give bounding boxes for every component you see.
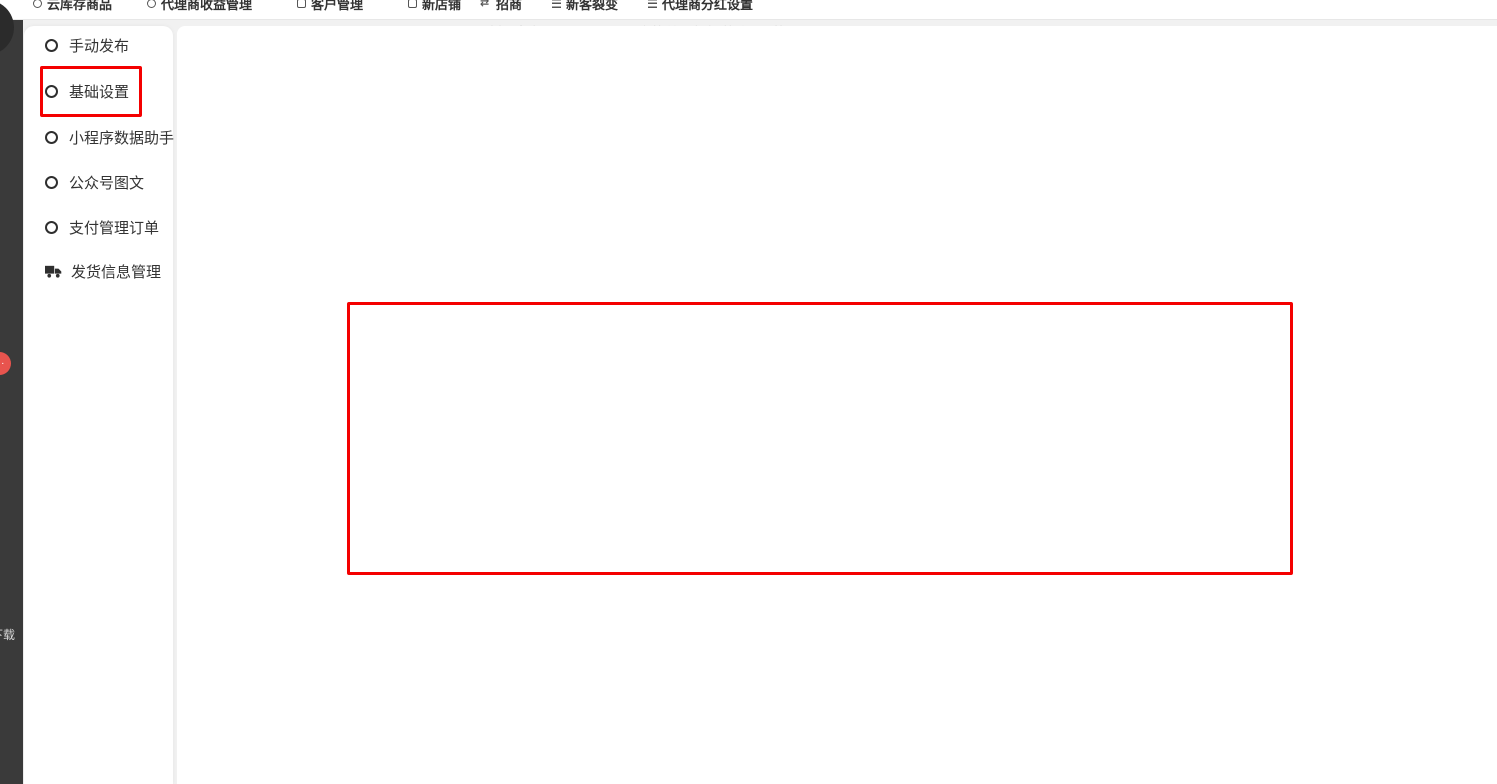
admin-settings-page: 云库存商品 代理商收益管理 客户管理 新店铺 ⇄招商 新客裂变 代理商分红设置 … [0, 0, 1497, 784]
swap-arrows-icon: ⇄ [480, 0, 491, 8]
settings-content-panel [177, 26, 1497, 784]
topnav-label: 代理商收益管理 [161, 0, 252, 13]
download-link[interactable]: 下载 [0, 626, 15, 643]
topnav-label: 新客裂变 [566, 0, 618, 13]
left-dark-rail [0, 19, 23, 784]
circle-icon [147, 0, 156, 8]
sidebar-item-label: 发货信息管理 [71, 261, 161, 282]
topnav-item-investment[interactable]: ⇄ 招商 [480, 0, 522, 13]
truck-icon [45, 265, 62, 278]
topnav-label: 客户管理 [311, 0, 363, 13]
sidebar-item-label: 支付管理订单 [69, 217, 159, 238]
topnav-item-customer-mgmt[interactable]: 客户管理 [297, 0, 363, 13]
topnav-label: 云库存商品 [47, 0, 112, 13]
circle-icon [45, 85, 58, 98]
card-icon [297, 0, 306, 8]
topnav-item-new-customer-fission[interactable]: 新客裂变 [552, 0, 618, 13]
topnav-label: 代理商分红设置 [662, 0, 753, 13]
topnav-label: 招商 [496, 0, 522, 13]
circle-icon [45, 131, 58, 144]
topnav-label: 新店铺 [422, 0, 461, 13]
sidebar-item-official-article[interactable]: 公众号图文 [45, 167, 144, 197]
sidebar-item-shipping-info[interactable]: 发货信息管理 [45, 256, 161, 286]
shop-icon [408, 0, 417, 8]
circle-icon [45, 176, 58, 189]
sidebar-item-payment-orders[interactable]: 支付管理订单 [45, 212, 159, 242]
cloud-stock-icon [33, 0, 42, 8]
topnav-item-agent-dividend[interactable]: 代理商分红设置 [648, 0, 753, 13]
topnav-item-cloud-stock[interactable]: 云库存商品 [33, 0, 112, 13]
circle-icon [45, 221, 58, 234]
list-icon [648, 0, 657, 8]
sidebar-item-basic-settings[interactable]: 基础设置 [45, 76, 129, 106]
topnav-item-agent-income[interactable]: 代理商收益管理 [147, 0, 252, 13]
sidebar-item-label: 公众号图文 [69, 172, 144, 193]
sidebar-item-miniprogram-data[interactable]: 小程序数据助手 [45, 122, 174, 152]
sidebar-item-label: 小程序数据助手 [69, 127, 174, 148]
sidebar-item-label: 基础设置 [69, 81, 129, 102]
circle-icon [45, 39, 58, 52]
top-menu-bar: 云库存商品 代理商收益管理 客户管理 新店铺 ⇄ 招商 新客裂变 代理商分红设置 [0, 0, 1497, 20]
list-icon [552, 0, 561, 8]
sidebar-item-manual-publish[interactable]: 手动发布 [45, 30, 129, 60]
sidebar-item-label: 手动发布 [69, 35, 129, 56]
topnav-item-new-shop[interactable]: 新店铺 [408, 0, 461, 13]
